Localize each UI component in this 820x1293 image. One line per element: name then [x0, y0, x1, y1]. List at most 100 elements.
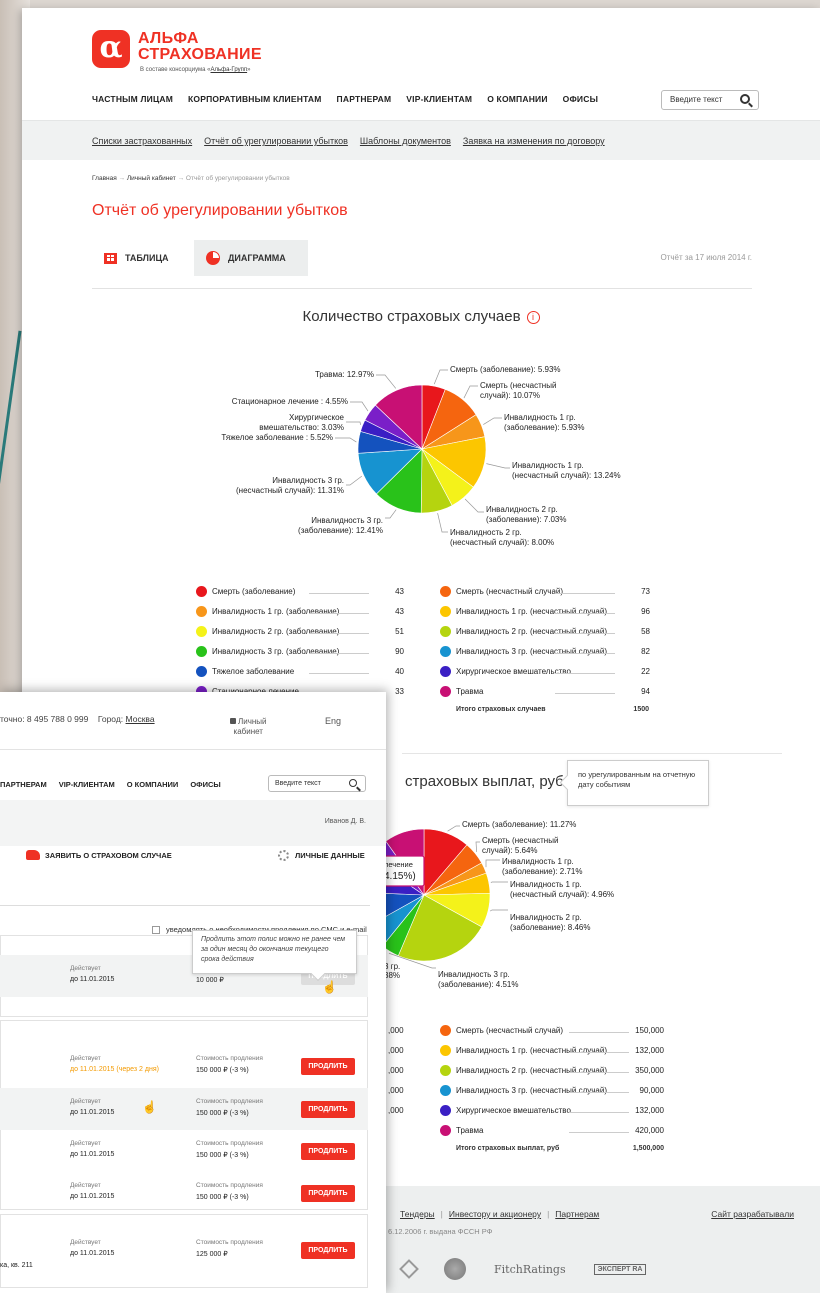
legend-dot-icon — [440, 1065, 451, 1076]
nav-about[interactable]: О КОМПАНИИ — [127, 780, 179, 789]
legend-leader-line — [309, 653, 369, 654]
legend-value: ,000 — [388, 1066, 404, 1075]
address: ка, кв. 211 — [0, 1262, 33, 1269]
lang-switch[interactable]: Eng — [325, 716, 341, 726]
legend-item[interactable]: Инвалидность 2 гр. (заболевание) 51 — [196, 626, 404, 638]
callout-line — [350, 401, 369, 412]
table-row: Действует до 11.01.2015 Стоимость продлени… — [0, 1172, 368, 1214]
legend-label: Инвалидность 3 гр. (заболевание) — [212, 647, 340, 656]
report-claim-button[interactable]: ЗАЯВИТЬ О СТРАХОВОМ СЛУЧАЕ — [26, 850, 172, 860]
callout-text: Тяжелое заболевание : 5.52% — [221, 433, 333, 442]
legend-label: Инвалидность 2 гр. (несчастный случай) — [456, 627, 607, 636]
price-label: Стоимость продления — [196, 1140, 263, 1147]
legend-item[interactable]: Инвалидность 1 гр. (несчастный случай) 13… — [440, 1045, 664, 1057]
callout-line — [489, 909, 508, 912]
legend-item[interactable]: Травма 94 — [440, 686, 650, 698]
renew-button[interactable]: ПРОДЛИТЬ — [301, 1242, 355, 1259]
nav-offices[interactable]: ОФИСЫ — [190, 780, 220, 789]
legend-leader-line — [555, 653, 615, 654]
legend-leader-line — [569, 1132, 629, 1133]
legend-leader-line — [569, 1052, 629, 1053]
lock-icon — [230, 718, 236, 724]
legend-leader-line — [569, 1072, 629, 1073]
callout-text: Инвалидность 3 гр. — [272, 476, 344, 485]
nav-vip[interactable]: VIP-КЛИЕНТАМ — [59, 780, 115, 789]
legend-label: Хирургическое вмешательство — [456, 1106, 571, 1115]
legend-item[interactable]: Инвалидность 1 гр. (заболевание) 43 — [196, 606, 404, 618]
legend-item[interactable]: Инвалидность 3 гр. (несчастный случай) 82 — [440, 646, 650, 658]
status-label: Действует — [70, 1182, 101, 1189]
slice-hover-label: лечение — [384, 860, 413, 869]
renew-tooltip: Продлить этот полис можно не ранее чем з… — [192, 930, 357, 974]
legend-item[interactable]: Инвалидность 3 гр. (несчастный случай) 90… — [440, 1085, 664, 1097]
front-nav: ПАРТНЕРАМ VIP-КЛИЕНТАМ О КОМПАНИИ ОФИСЫ — [0, 780, 221, 789]
search-input[interactable]: Введите текст — [268, 775, 366, 792]
legend-label: Смерть (несчастный случай) — [456, 1026, 564, 1035]
price-value: 10 000 ₽ — [196, 977, 224, 984]
legend-dot-icon — [440, 1025, 451, 1036]
price-value: 150 000 ₽ (-3 %) — [196, 1110, 249, 1117]
legend-value: 73 — [641, 587, 650, 596]
search-icon[interactable] — [349, 779, 357, 787]
callout-line — [376, 374, 397, 389]
legend-value: 350,000 — [635, 1066, 664, 1075]
legend-item[interactable]: Хирургическое вмешательство 22 — [440, 666, 650, 678]
front-window: точно: 8 495 788 0 999 Город: Москва Лич… — [0, 692, 386, 1293]
price-label: Стоимость продления — [196, 1239, 263, 1246]
callout-text: случай): 5.64% — [482, 846, 538, 855]
renew-button[interactable]: ПРОДЛИТЬ — [301, 1143, 355, 1160]
status-value: до 11.01.2015 — [70, 976, 115, 983]
total-value: 1500 — [633, 706, 649, 713]
callout-text: (заболевание): 12.41% — [298, 526, 383, 535]
legend-value: 82 — [641, 647, 650, 656]
legend-dot-icon — [440, 606, 451, 617]
slice-callout: Инвалидность 1 гр. (несчастный случай): 1… — [512, 461, 621, 481]
renew-button[interactable]: ПРОДЛИТЬ — [301, 1185, 355, 1202]
legend-value: 43 — [395, 587, 404, 596]
legend-value: ,000 — [388, 1106, 404, 1115]
slice-callout: Инвалидность 3 гр. (несчастный случай): 1… — [236, 476, 344, 496]
legend-value: 33 — [395, 687, 404, 696]
nav-partners[interactable]: ПАРТНЕРАМ — [0, 780, 47, 789]
legend-item[interactable]: Смерть (заболевание) 43 — [196, 586, 404, 598]
phone[interactable]: точно: 8 495 788 0 999 — [0, 714, 88, 724]
legend-value: 420,000 — [635, 1126, 664, 1135]
legend-item[interactable]: Инвалидность 3 гр. (заболевание) 90 — [196, 646, 404, 658]
legend-item[interactable]: Травма 420,000 — [440, 1125, 664, 1137]
callout-text: (заболевание): 8.46% — [510, 923, 591, 932]
renew-button[interactable]: ПРОДЛИТЬ — [301, 1101, 355, 1118]
legend-item[interactable]: Смерть (несчастный случай) 73 — [440, 586, 650, 598]
personal-cabinet-link[interactable]: Личный кабинет — [230, 717, 267, 737]
callout-text: (несчастный случай): 4.96% — [510, 890, 615, 899]
callout-text: (несчастный случай): 13.24% — [512, 471, 621, 480]
legend-item[interactable]: Тяжелое заболевание 40 — [196, 666, 404, 678]
legend-label: Тяжелое заболевание — [212, 667, 295, 676]
legend-leader-line — [309, 673, 369, 674]
renew-button[interactable]: ПРОДЛИТЬ — [301, 1058, 355, 1075]
callout-text: (несчастный случай): 8.00% — [450, 538, 555, 547]
legend-value: ,000 — [388, 1086, 404, 1095]
legend-item[interactable]: Хирургическое вмешательство 132,000 — [440, 1105, 664, 1117]
legend-dot-icon — [196, 646, 207, 657]
callout-line — [483, 417, 502, 425]
legend-item[interactable]: Инвалидность 2 гр. (несчастный случай) 58 — [440, 626, 650, 638]
city-select[interactable]: Москва — [126, 714, 155, 724]
legend-item[interactable]: Инвалидность 1 гр. (несчастный случай) 96 — [440, 606, 650, 618]
callout-text: случай): 10.07% — [480, 391, 540, 400]
slice-callout: Инвалидность 2 гр. (заболевание): 7.03% — [486, 505, 567, 525]
personal-data-button[interactable]: ЛИЧНЫЕ ДАННЫЕ — [278, 850, 365, 861]
slice-callout: Тяжелое заболевание : 5.52% — [221, 433, 333, 443]
callout-text: Инвалидность 1 гр. — [502, 857, 574, 866]
legend-dot-icon — [440, 646, 451, 657]
legend-item[interactable]: Смерть (несчастный случай) 150,000 — [440, 1025, 664, 1037]
callout-line — [447, 825, 460, 832]
legend-dot-icon — [440, 1125, 451, 1136]
legend-dot-icon — [440, 626, 451, 637]
user-name[interactable]: Иванов Д. В. — [325, 818, 366, 825]
table-row: Действует до 11.01.2015 Стоимость продлени… — [0, 1229, 368, 1271]
legend-dot-icon — [196, 586, 207, 597]
status-label: Действует — [70, 1055, 101, 1062]
checkbox[interactable] — [152, 926, 160, 935]
legend-item[interactable]: Инвалидность 2 гр. (несчастный случай) 35… — [440, 1065, 664, 1077]
legend-label: Инвалидность 2 гр. (несчастный случай) — [456, 1066, 607, 1075]
